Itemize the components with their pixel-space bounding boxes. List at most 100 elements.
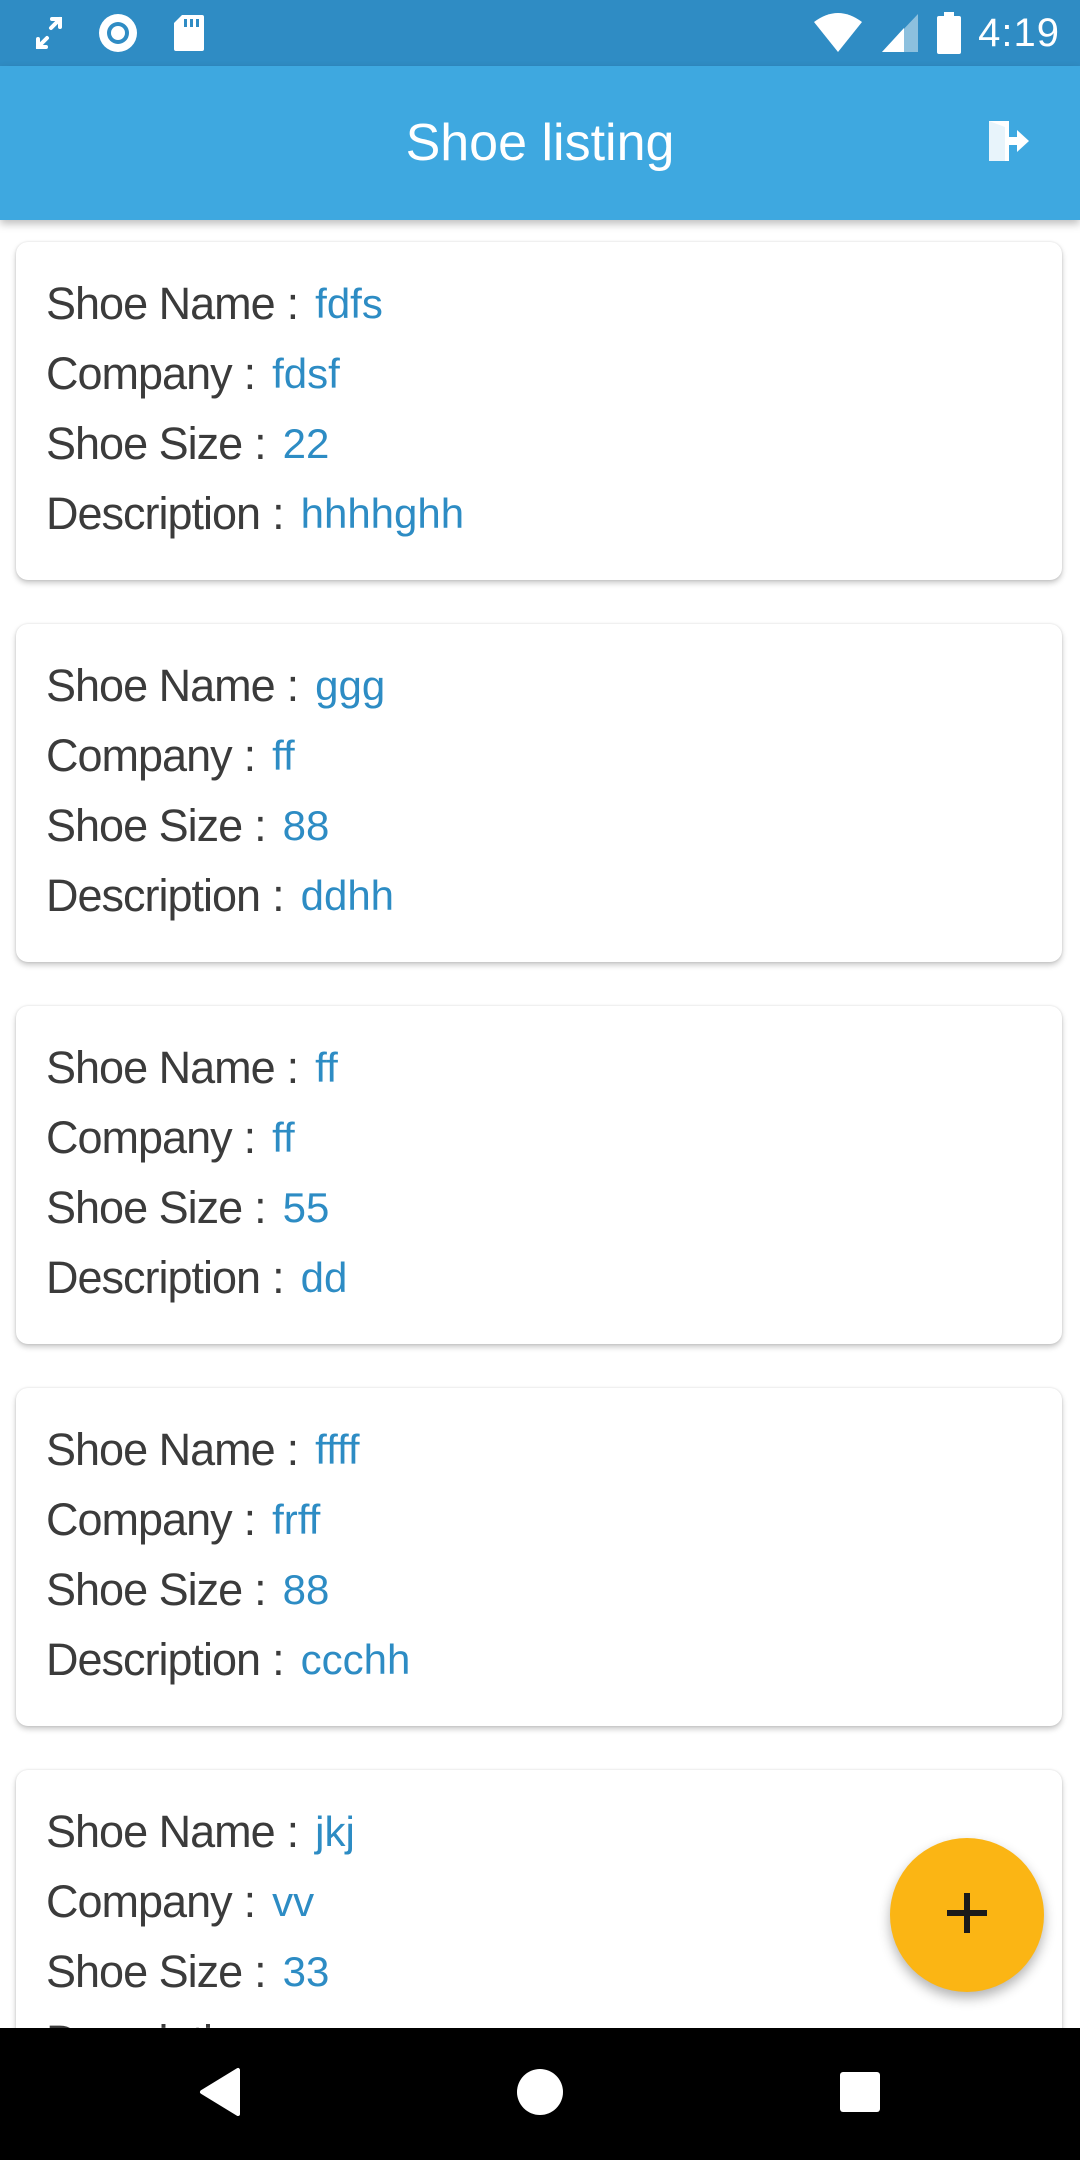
company-label: Company: [46, 348, 233, 399]
description-label: Description: [46, 1634, 261, 1685]
shoe-size-row: Shoe Size : 88: [46, 796, 329, 856]
description-row: Description :: [46, 2012, 301, 2028]
shoe-name-row: Shoe Name : ffff: [46, 1420, 360, 1480]
shoe-size-value: 88: [282, 802, 330, 849]
nav-bar: [0, 2028, 1080, 2160]
description-row: Description : ccchh: [46, 1630, 410, 1690]
separator: :: [254, 800, 267, 851]
shoe-size-label: Shoe Size: [46, 418, 243, 469]
record-icon: [96, 11, 140, 55]
add-shoe-button[interactable]: [890, 1838, 1044, 1992]
company-row: Company : ff: [46, 1108, 295, 1168]
sd-card-icon: [172, 13, 206, 53]
company-row: Company : fdsf: [46, 344, 340, 404]
description-row: Description : dd: [46, 1248, 347, 1308]
separator: :: [272, 870, 285, 921]
shoe-name-row: Shoe Name : ff: [46, 1038, 338, 1098]
status-time: 4:19: [978, 10, 1060, 55]
home-button[interactable]: [460, 2028, 620, 2160]
company-row: Company : vv: [46, 1872, 314, 1932]
shoe-name-row: Shoe Name : ggg: [46, 656, 385, 716]
shoe-size-row: Shoe Size : 88: [46, 1560, 329, 1620]
shoe-size-row: Shoe Size : 33: [46, 1942, 329, 2002]
shoe-card[interactable]: Shoe Name : fdfs Company : fdsf Shoe Siz…: [16, 242, 1062, 580]
company-value: ff: [272, 732, 295, 779]
page-title: Shoe listing: [405, 114, 675, 172]
separator: :: [243, 348, 257, 399]
shoe-name-value: ff: [315, 1044, 338, 1091]
description-value: ddhh: [300, 872, 395, 919]
separator: :: [243, 1494, 257, 1545]
shoe-name-label: Shoe Name: [46, 1806, 276, 1857]
company-label: Company: [46, 1112, 233, 1163]
shoe-card[interactable]: Shoe Name : ff Company : ff Shoe Size : …: [16, 1006, 1062, 1344]
separator: :: [254, 418, 267, 469]
shoe-size-value: 33: [282, 1948, 330, 1995]
company-label: Company: [46, 1876, 233, 1927]
logout-icon: [983, 117, 1031, 169]
recents-button[interactable]: [780, 2028, 940, 2160]
battery-icon: [936, 11, 962, 55]
shoe-size-value: 55: [282, 1184, 330, 1231]
separator: :: [272, 488, 285, 539]
screen: 4:19 Shoe listing Shoe Name : fdfs Compa…: [0, 0, 1080, 2160]
status-bar: 4:19: [0, 0, 1080, 66]
description-row: Description : ddhh: [46, 866, 394, 926]
expand-icon: [34, 15, 64, 51]
company-value: ff: [272, 1114, 295, 1161]
logout-button[interactable]: [974, 110, 1040, 176]
shoe-name-row: Shoe Name : jkj: [46, 1802, 355, 1862]
signal-icon: [880, 12, 920, 54]
separator: :: [286, 1424, 300, 1475]
recents-icon: [838, 2070, 882, 2118]
company-row: Company : frff: [46, 1490, 320, 1550]
shoe-size-value: 22: [282, 420, 330, 467]
shoe-card[interactable]: Shoe Name : ggg Company : ff Shoe Size :…: [16, 624, 1062, 962]
description-value: dd: [300, 1254, 348, 1301]
separator: :: [272, 1252, 285, 1303]
separator: :: [272, 2016, 285, 2028]
separator: :: [254, 1564, 267, 1615]
description-label: Description: [46, 1252, 261, 1303]
company-row: Company : ff: [46, 726, 295, 786]
shoe-name-value: jkj: [315, 1808, 355, 1855]
plus-icon: [945, 1891, 989, 1939]
company-label: Company: [46, 730, 233, 781]
back-icon: [198, 2067, 242, 2121]
shoe-name-label: Shoe Name: [46, 660, 276, 711]
separator: :: [243, 1112, 257, 1163]
back-button[interactable]: [140, 2028, 300, 2160]
shoe-name-value: ffff: [315, 1426, 360, 1473]
company-value: vv: [272, 1878, 315, 1925]
shoe-size-label: Shoe Size: [46, 1564, 243, 1615]
wifi-icon: [812, 12, 864, 54]
shoe-size-label: Shoe Size: [46, 800, 243, 851]
shoe-name-value: ggg: [315, 662, 386, 709]
shoe-name-label: Shoe Name: [46, 1424, 276, 1475]
shoe-size-label: Shoe Size: [46, 1946, 243, 1997]
separator: :: [286, 278, 300, 329]
separator: :: [286, 1806, 300, 1857]
shoe-name-row: Shoe Name : fdfs: [46, 274, 383, 334]
description-value: ccchh: [300, 1636, 411, 1683]
shoe-size-row: Shoe Size : 55: [46, 1178, 329, 1238]
shoe-size-label: Shoe Size: [46, 1182, 243, 1233]
description-value: hhhhghh: [300, 490, 465, 537]
shoe-list[interactable]: Shoe Name : fdfs Company : fdsf Shoe Siz…: [0, 220, 1080, 2028]
separator: :: [286, 660, 300, 711]
description-row: Description : hhhhghh: [46, 484, 464, 544]
shoe-name-label: Shoe Name: [46, 1042, 276, 1093]
separator: :: [254, 1182, 267, 1233]
description-label: Description: [46, 488, 261, 539]
company-value: frff: [272, 1496, 321, 1543]
shoe-card[interactable]: Shoe Name : ffff Company : frff Shoe Siz…: [16, 1388, 1062, 1726]
separator: :: [286, 1042, 300, 1093]
shoe-name-label: Shoe Name: [46, 278, 276, 329]
status-right-icons: 4:19: [812, 8, 1060, 58]
home-icon: [516, 2068, 564, 2120]
description-label: Description: [46, 870, 261, 921]
shoe-name-value: fdfs: [315, 280, 383, 327]
separator: :: [254, 1946, 267, 1997]
separator: :: [272, 1634, 285, 1685]
company-value: fdsf: [272, 350, 340, 397]
